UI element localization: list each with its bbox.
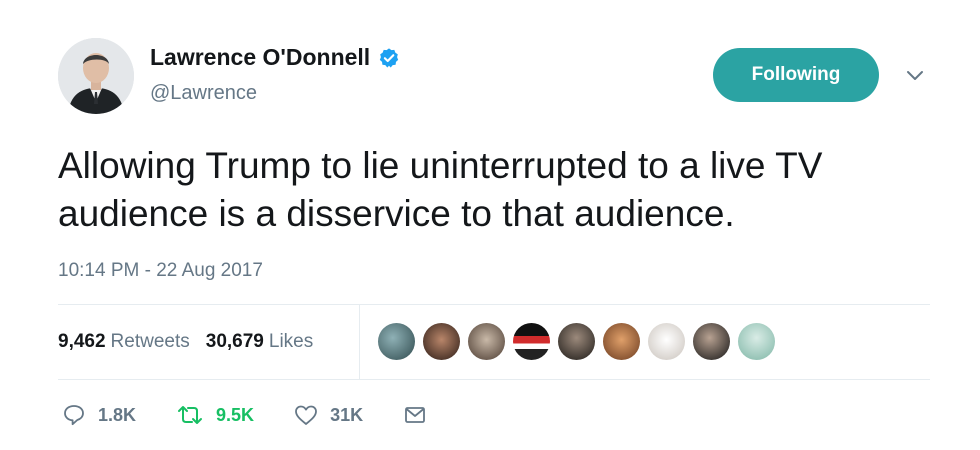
liker-avatar[interactable] <box>558 323 595 360</box>
author-name-row: Lawrence O'Donnell <box>150 44 400 71</box>
tweet-actions: 1.8K 9.5K 31K <box>62 398 479 432</box>
liker-avatar[interactable] <box>648 323 685 360</box>
tweet-card: Lawrence O'Donnell @Lawrence Following A… <box>0 0 980 450</box>
liker-avatar[interactable] <box>513 323 550 360</box>
envelope-icon <box>405 407 425 423</box>
liker-avatar[interactable] <box>738 323 775 360</box>
liker-avatar[interactable] <box>423 323 460 360</box>
retweet-count: 9.5K <box>216 404 255 425</box>
profile-photo-icon <box>58 38 134 114</box>
actions-top-divider <box>58 379 930 380</box>
liker-avatar[interactable] <box>693 323 730 360</box>
following-button[interactable]: Following <box>713 48 879 102</box>
retweets-count[interactable]: 9,462 <box>58 331 106 353</box>
retweets-label[interactable]: Retweets <box>111 331 190 353</box>
engagement-stats: 9,462 Retweets 30,679 Likes <box>58 305 358 379</box>
stats-vertical-divider <box>359 305 360 379</box>
liker-avatars <box>378 323 783 360</box>
reply-count: 1.8K <box>98 404 137 425</box>
liker-avatar[interactable] <box>468 323 505 360</box>
like-action[interactable]: 31K <box>294 404 363 426</box>
author-handle[interactable]: @Lawrence <box>150 82 257 105</box>
like-count: 31K <box>330 404 364 425</box>
author-name[interactable]: Lawrence O'Donnell <box>150 44 370 71</box>
retweet-icon <box>178 406 203 424</box>
retweet-action[interactable]: 9.5K <box>176 404 254 426</box>
likes-label[interactable]: Likes <box>269 331 313 353</box>
reply-action[interactable]: 1.8K <box>62 404 136 426</box>
author-avatar[interactable] <box>58 38 134 114</box>
tweet-timestamp[interactable]: 10:14 PM - 22 Aug 2017 <box>58 260 263 282</box>
reply-icon <box>64 405 84 426</box>
heart-icon <box>295 405 317 425</box>
tweet-text: Allowing Trump to lie uninterrupted to a… <box>58 145 823 234</box>
chevron-down-icon[interactable] <box>904 68 926 84</box>
liker-avatar[interactable] <box>603 323 640 360</box>
direct-message-action[interactable] <box>403 404 439 426</box>
likes-count[interactable]: 30,679 <box>206 331 264 353</box>
liker-avatar[interactable] <box>378 323 415 360</box>
verified-badge-icon <box>380 47 399 67</box>
